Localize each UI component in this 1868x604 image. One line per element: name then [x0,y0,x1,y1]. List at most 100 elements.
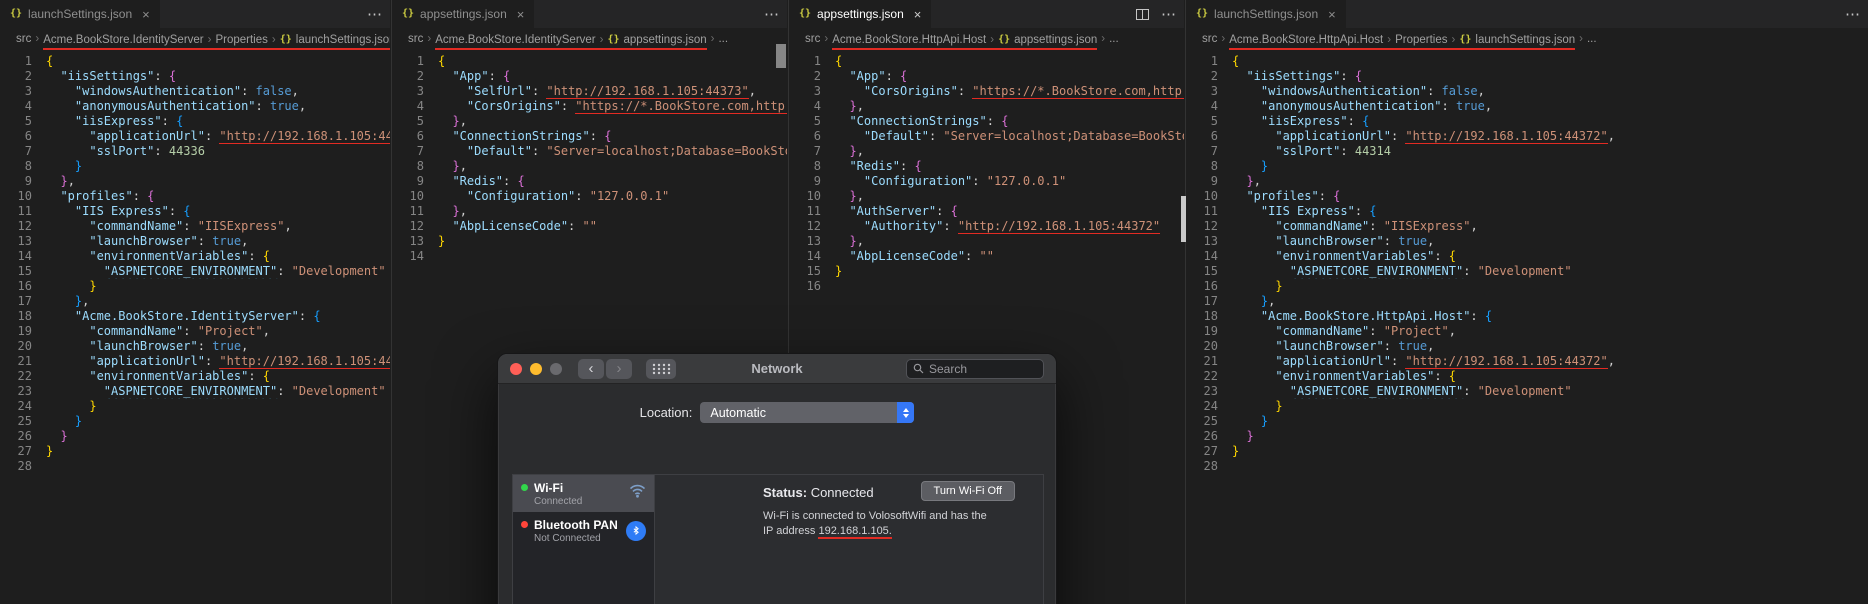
code-line[interactable]: 28 [0,459,390,474]
code-line[interactable]: 10 "profiles": { [1186,189,1868,204]
code-line[interactable]: 28 [1186,459,1868,474]
more-actions-icon[interactable]: ⋯ [1161,7,1176,22]
code-line[interactable]: 11 "IIS Express": { [0,204,390,219]
code-line[interactable]: 8 } [0,159,390,174]
code-line[interactable]: 20 "launchBrowser": true, [0,339,390,354]
code-line[interactable]: 13 "launchBrowser": true, [1186,234,1868,249]
code-line[interactable]: 24 } [1186,399,1868,414]
code-line[interactable]: 21 "applicationUrl": "http://192.168.1.1… [0,354,390,369]
code-line[interactable]: 14 "AbpLicenseCode": "" [789,249,1184,264]
zoom-window-icon[interactable] [550,362,562,375]
code-line[interactable]: 5 "ConnectionStrings": { [789,114,1184,129]
code-line[interactable]: 4 }, [789,99,1184,114]
code-line[interactable]: 26 } [1186,429,1868,444]
code-line[interactable]: 9 "Configuration": "127.0.0.1" [789,174,1184,189]
turn-wifi-off-button[interactable]: Turn Wi-Fi Off [920,481,1015,501]
code-line[interactable]: 16 } [0,279,390,294]
code-line[interactable]: 14 [392,249,787,264]
tab-appsettings-identityserver[interactable]: {} appsettings.json × [392,0,536,28]
code-line[interactable]: 1{ [1186,54,1868,69]
code-line[interactable]: 17 }, [0,294,390,309]
code-line[interactable]: 1{ [392,54,787,69]
breadcrumb-segment[interactable]: Acme.BookStore.HttpApi.Host [832,34,987,50]
code-line[interactable]: 6 "applicationUrl": "http://192.168.1.10… [0,129,390,144]
code-line[interactable]: 4 "anonymousAuthentication": true, [1186,99,1868,114]
code-line[interactable]: 17 }, [1186,294,1868,309]
code-line[interactable]: 12 "Authority": "http://192.168.1.105:44… [789,219,1184,234]
code-line[interactable]: 22 "environmentVariables": { [1186,369,1868,384]
code-line[interactable]: 16 } [1186,279,1868,294]
close-window-icon[interactable] [510,362,522,375]
code-line[interactable]: 3 "windowsAuthentication": false, [0,84,390,99]
code-line[interactable]: 5 "iisExpress": { [0,114,390,129]
code-line[interactable]: 7 }, [789,144,1184,159]
show-all-grid-icon[interactable] [646,358,676,379]
code-line[interactable]: 9 "Redis": { [392,174,787,189]
code-line[interactable]: 2 "iisSettings": { [1186,69,1868,84]
breadcrumb-segment[interactable]: src [408,33,423,45]
code-line[interactable]: 11 "IIS Express": { [1186,204,1868,219]
code-line[interactable]: 22 "environmentVariables": { [0,369,390,384]
code-line[interactable]: 19 "commandName": "Project", [1186,324,1868,339]
code-line[interactable]: 6 "applicationUrl": "http://192.168.1.10… [1186,129,1868,144]
code-line[interactable]: 8 }, [392,159,787,174]
breadcrumb-segment[interactable]: src [16,33,31,45]
search-field[interactable]: Search [906,358,1044,379]
code-line[interactable]: 2 "App": { [392,69,787,84]
code-line[interactable]: 6 "ConnectionStrings": { [392,129,787,144]
code-line[interactable]: 12 "commandName": "IISExpress", [0,219,390,234]
code-line[interactable]: 4 "anonymousAuthentication": true, [0,99,390,114]
code-line[interactable]: 10 "profiles": { [0,189,390,204]
code-line[interactable]: 13 }, [789,234,1184,249]
breadcrumb-segment[interactable]: src [1202,33,1217,45]
more-actions-icon[interactable]: ⋯ [764,7,779,22]
code-line[interactable]: 18 "Acme.BookStore.IdentityServer": { [0,309,390,324]
code-line[interactable]: 1{ [0,54,390,69]
code-line[interactable]: 26 } [0,429,390,444]
forward-button[interactable]: › [606,358,632,379]
breadcrumb-segment[interactable]: src [805,33,820,45]
code-line[interactable]: 12 "AbpLicenseCode": "" [392,219,787,234]
service-item-wifi[interactable]: Wi-Fi Connected [513,475,654,512]
split-editor-icon[interactable] [1136,8,1149,20]
tab-launchsettings-httpapi-host[interactable]: {} launchSettings.json × [1186,0,1347,28]
tab-close-icon[interactable]: × [517,8,525,21]
code-line[interactable]: 5 "iisExpress": { [1186,114,1868,129]
code-line[interactable]: 16 [789,279,1184,294]
code-line[interactable]: 3 "windowsAuthentication": false, [1186,84,1868,99]
breadcrumb-segment[interactable]: ... [718,33,728,45]
code-line[interactable]: 27} [1186,444,1868,459]
breadcrumb-file-segment[interactable]: {} appsettings.json [998,34,1098,50]
code-line[interactable]: 19 "commandName": "Project", [0,324,390,339]
code-line[interactable]: 10 "Configuration": "127.0.0.1" [392,189,787,204]
code-line[interactable]: 24 } [0,399,390,414]
code-line[interactable]: 13 "launchBrowser": true, [0,234,390,249]
breadcrumb-segment[interactable]: Acme.BookStore.HttpApi.Host [1229,34,1384,50]
code-area[interactable]: 1{2 "iisSettings": {3 "windowsAuthentica… [1186,50,1868,604]
code-area[interactable]: 1{2 "iisSettings": {3 "windowsAuthentica… [0,50,390,604]
code-line[interactable]: 5 }, [392,114,787,129]
editor-sash-handle[interactable] [1181,196,1186,242]
breadcrumb-segment[interactable]: Properties [1395,34,1448,50]
breadcrumb-file-segment[interactable]: {} launchSettings.json [279,34,390,50]
breadcrumb-segment[interactable]: Acme.BookStore.IdentityServer [43,34,204,50]
code-line[interactable]: 13} [392,234,787,249]
window-title-bar[interactable]: ‹ › Network Search [498,354,1056,384]
code-line[interactable]: 9 }, [0,174,390,189]
code-line[interactable]: 14 "environmentVariables": { [1186,249,1868,264]
code-line[interactable]: 2 "App": { [789,69,1184,84]
code-line[interactable]: 23 "ASPNETCORE_ENVIRONMENT": "Developmen… [0,384,390,399]
back-button[interactable]: ‹ [578,358,604,379]
code-line[interactable]: 8 } [1186,159,1868,174]
code-line[interactable]: 10 }, [789,189,1184,204]
code-line[interactable]: 11 "AuthServer": { [789,204,1184,219]
breadcrumb-segment[interactable]: Acme.BookStore.IdentityServer [435,34,596,50]
code-line[interactable]: 21 "applicationUrl": "http://192.168.1.1… [1186,354,1868,369]
tab-close-icon[interactable]: × [142,8,150,21]
code-line[interactable]: 15 "ASPNETCORE_ENVIRONMENT": "Developmen… [0,264,390,279]
breadcrumb-file-segment[interactable]: {} launchSettings.json [1459,34,1576,50]
service-item-bluetooth-pan[interactable]: Bluetooth PAN Not Connected [513,512,654,549]
code-line[interactable]: 7 "sslPort": 44336 [0,144,390,159]
code-line[interactable]: 4 "CorsOrigins": "https://*.BookStore.co… [392,99,787,114]
breadcrumb-segment[interactable]: ... [1587,33,1597,45]
